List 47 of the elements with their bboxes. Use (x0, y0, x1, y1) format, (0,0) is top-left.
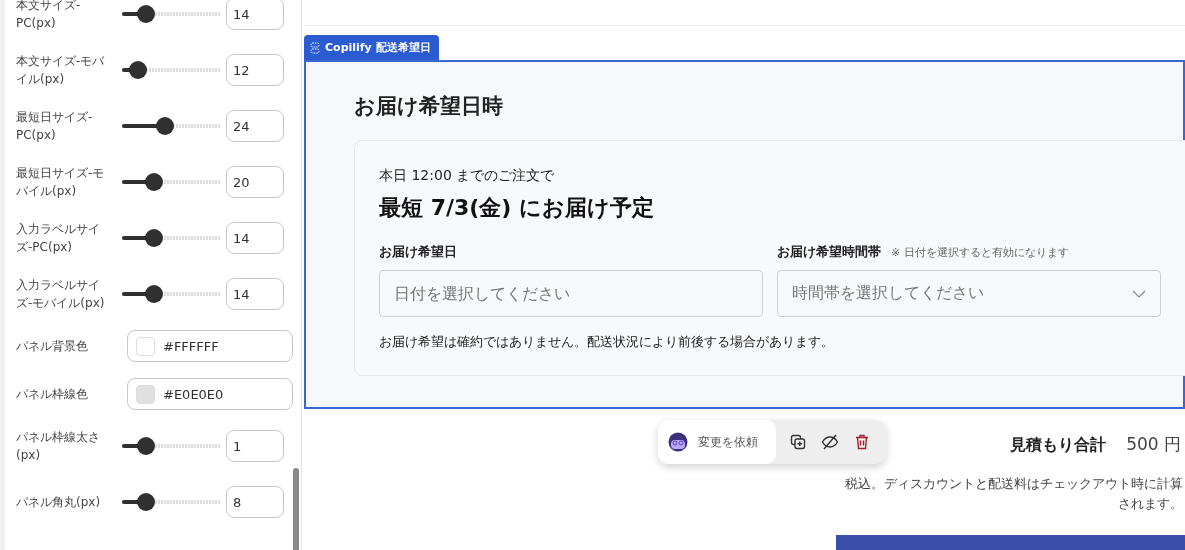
number-field[interactable]: 8 (226, 486, 284, 518)
block-tag[interactable]: Copilify 配送希望日 (304, 35, 439, 60)
section-heading: お届け希望日時 (354, 93, 504, 120)
cutoff-text: 本日 12:00 までのご注文で (379, 167, 556, 185)
date-field[interactable]: 日付を選択してください (379, 270, 763, 317)
slider-thumb[interactable] (136, 493, 155, 511)
total-amount: 500 円 (1126, 433, 1181, 456)
number-field[interactable]: 1 (226, 430, 284, 462)
slider-thumb[interactable] (156, 117, 175, 135)
field-label: お届け希望時間帯 (777, 243, 881, 261)
block-icon (310, 41, 320, 54)
color-swatch[interactable] (136, 384, 155, 404)
slider-thumb[interactable] (136, 437, 155, 455)
number-field[interactable]: 12 (226, 54, 284, 86)
setting-label: パネル枠線太さ(px) (16, 429, 101, 464)
chevron-down-icon (1132, 289, 1146, 298)
color-field[interactable]: #E0E0E0 (127, 378, 293, 410)
setting-label: 最短日サイズ-モバイル(px) (16, 165, 106, 200)
number-field[interactable]: 14 (226, 222, 284, 254)
slider-thumb[interactable] (145, 229, 164, 247)
setting-label: パネル角丸(px) (16, 494, 102, 511)
tax-note: 税込。ディスカウントと配送料はチェックアウト時に計算されます。 (844, 475, 1183, 513)
field-note: ※ 日付を選択すると有効になります (891, 245, 1069, 260)
number-field[interactable]: 24 (226, 110, 284, 142)
setting-label: 入力ラベルサイズ-PC(px) (16, 221, 101, 256)
field-label: お届け希望日 (379, 243, 457, 261)
slider-thumb[interactable] (136, 5, 155, 23)
earliest-delivery-text: 最短 7/3(金) にお届け予定 (379, 194, 656, 222)
color-swatch[interactable] (136, 336, 155, 356)
setting-label: 最短日サイズ-PC(px) (16, 109, 94, 144)
setting-label: 入力ラベルサイズ-モバイル(px) (16, 277, 106, 312)
time-select[interactable]: 時間帯を選択してください (777, 270, 1161, 317)
slider-thumb[interactable] (128, 61, 147, 79)
avatar-icon (668, 432, 688, 452)
disclaimer-text: お届け希望は確約ではありません。配送状況により前後する場合があります。 (379, 333, 835, 351)
color-field[interactable]: #FFFFFF (127, 330, 293, 362)
setting-label: パネル枠線色 (16, 386, 89, 403)
total-label: 見積もり合計 (1010, 435, 1107, 456)
slider-thumb[interactable] (145, 285, 164, 303)
slider-thumb[interactable] (145, 173, 164, 191)
number-field[interactable]: 20 (226, 166, 284, 198)
scrollbar-thumb[interactable] (293, 468, 299, 550)
setting-label: パネル背景色 (16, 338, 89, 355)
request-change-button[interactable]: 変更を依頼 (658, 420, 776, 464)
number-field[interactable]: 14 (226, 278, 284, 310)
setting-label: 本文サイズ-モバイル(px) (16, 53, 106, 88)
number-field[interactable]: 14 (226, 0, 284, 30)
